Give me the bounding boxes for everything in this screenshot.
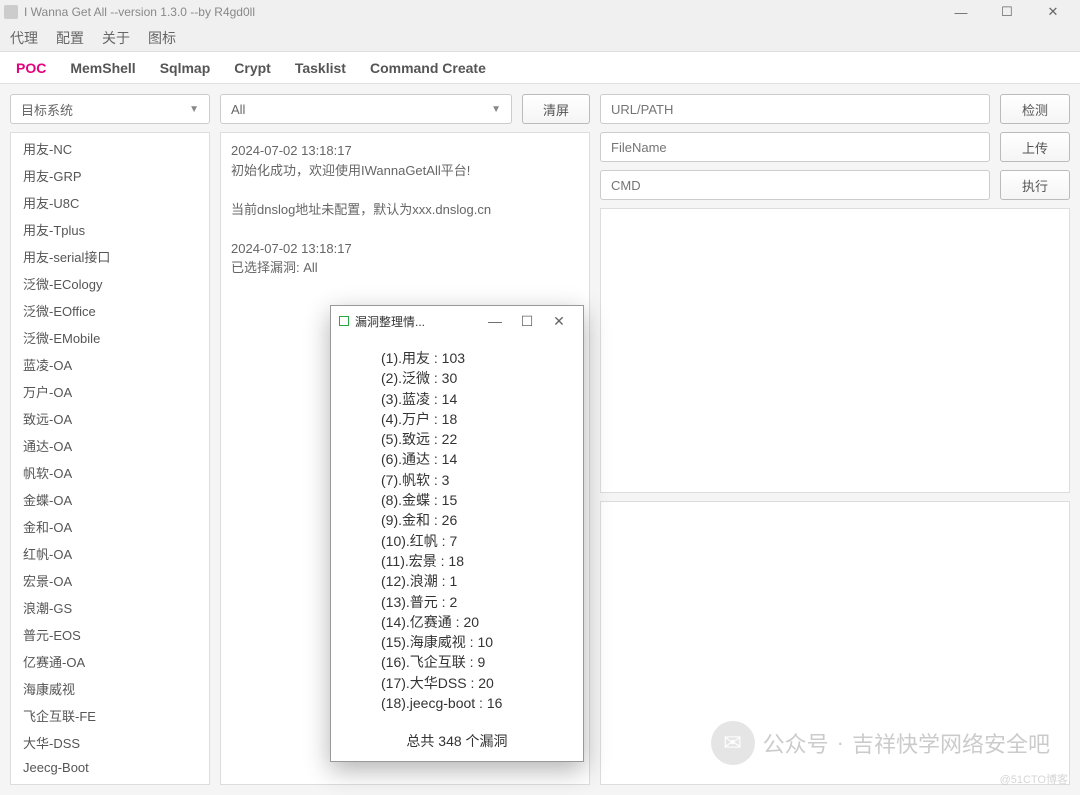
sidebar-item[interactable]: 用友-GRP — [11, 162, 209, 189]
tab-sqlmap[interactable]: Sqlmap — [158, 54, 213, 82]
dialog-row: (8).金蝶 : 15 — [381, 490, 555, 510]
minimize-button[interactable]: — — [938, 0, 984, 24]
vuln-dropdown[interactable]: All ▼ — [220, 94, 512, 124]
chevron-down-icon: ▼ — [189, 104, 199, 115]
upload-button[interactable]: 上传 — [1000, 132, 1070, 162]
dialog-row: (11).宏景 : 18 — [381, 551, 555, 571]
chevron-down-icon: ▼ — [491, 104, 501, 115]
dialog-total: 总共 348 个漏洞 — [331, 725, 583, 761]
exec-button[interactable]: 执行 — [1000, 170, 1070, 200]
dialog-row: (9).金和 : 26 — [381, 510, 555, 530]
sidebar-item[interactable]: 用友-U8C — [11, 189, 209, 216]
target-system-dropdown[interactable]: 目标系统 ▼ — [10, 94, 210, 124]
menu-icon[interactable]: 图标 — [148, 28, 176, 48]
detect-button[interactable]: 检测 — [1000, 94, 1070, 124]
sidebar-item[interactable]: 通达-OA — [11, 432, 209, 459]
dialog-row: (15).海康威视 : 10 — [381, 632, 555, 652]
titlebar-text: I Wanna Get All --version 1.3.0 --by R4g… — [24, 5, 938, 19]
dialog-row: (4).万户 : 18 — [381, 409, 555, 429]
sidebar-item[interactable]: 用友-Tplus — [11, 216, 209, 243]
dialog-icon — [339, 316, 349, 326]
clear-button[interactable]: 清屏 — [522, 94, 590, 124]
sidebar-item[interactable]: 蓝凌-OA — [11, 351, 209, 378]
cmd-input[interactable] — [600, 170, 990, 200]
url-input[interactable] — [600, 94, 990, 124]
dialog-row: (7).帆软 : 3 — [381, 470, 555, 490]
dialog-row: (1).用友 : 103 — [381, 348, 555, 368]
sidebar-item[interactable]: 泛微-ECology — [11, 270, 209, 297]
output-box-1 — [600, 208, 1070, 493]
sidebar-item[interactable]: 用友-serial接口 — [11, 243, 209, 270]
vuln-summary-dialog: 漏洞整理情... — ☐ ✕ (1).用友 : 103(2).泛微 : 30(3… — [330, 305, 584, 762]
dialog-row: (14).亿赛通 : 20 — [381, 612, 555, 632]
dialog-row: (5).致远 : 22 — [381, 429, 555, 449]
sidebar-item[interactable]: 飞企互联-FE — [11, 702, 209, 729]
sidebar-item[interactable]: Jeecg-Boot — [11, 756, 209, 779]
dialog-row: (13).普元 : 2 — [381, 592, 555, 612]
sidebar-item[interactable]: 大华-DSS — [11, 729, 209, 756]
dialog-row: (17).大华DSS : 20 — [381, 673, 555, 693]
sidebar-item[interactable]: 用友-NC — [11, 135, 209, 162]
corner-credit: @51CTO博客 — [1000, 771, 1068, 787]
dialog-body: (1).用友 : 103(2).泛微 : 30(3).蓝凌 : 14(4).万户… — [331, 336, 583, 725]
menu-about[interactable]: 关于 — [102, 28, 130, 48]
tab-tasklist[interactable]: Tasklist — [293, 54, 348, 82]
dialog-row: (12).浪潮 : 1 — [381, 571, 555, 591]
dialog-row: (16).飞企互联 : 9 — [381, 652, 555, 672]
sidebar-item[interactable]: 宏景-OA — [11, 567, 209, 594]
menu-proxy[interactable]: 代理 — [10, 28, 38, 48]
sidebar-item[interactable]: 泛微-EMobile — [11, 324, 209, 351]
dialog-minimize-button[interactable]: — — [479, 308, 511, 334]
tabbar: POC MemShell Sqlmap Crypt Tasklist Comma… — [0, 52, 1080, 84]
dropdown-label: All — [231, 102, 245, 117]
sidebar-item[interactable]: 帆软-OA — [11, 459, 209, 486]
dialog-row: (2).泛微 : 30 — [381, 368, 555, 388]
watermark-text: 吉祥快学网络安全吧 — [852, 727, 1050, 759]
sidebar-item[interactable]: 金蝶-OA — [11, 486, 209, 513]
dialog-row: (6).通达 : 14 — [381, 449, 555, 469]
watermark-label: 公众号 — [763, 727, 829, 759]
menu-config[interactable]: 配置 — [56, 28, 84, 48]
dialog-row: (18).jeecg-boot : 16 — [381, 693, 555, 713]
close-button[interactable]: ✕ — [1030, 0, 1076, 24]
dropdown-label: 目标系统 — [21, 100, 73, 119]
tab-poc[interactable]: POC — [14, 54, 48, 82]
app-icon — [4, 5, 18, 19]
titlebar: I Wanna Get All --version 1.3.0 --by R4g… — [0, 0, 1080, 24]
sidebar-item[interactable]: 红帆-OA — [11, 540, 209, 567]
tab-memshell[interactable]: MemShell — [68, 54, 137, 82]
menubar: 代理 配置 关于 图标 — [0, 24, 1080, 52]
dialog-row: (10).红帆 : 7 — [381, 531, 555, 551]
tab-command-create[interactable]: Command Create — [368, 54, 488, 82]
sidebar-item[interactable]: 亿赛通-OA — [11, 648, 209, 675]
sidebar-item[interactable]: 泛微-EOffice — [11, 297, 209, 324]
maximize-button[interactable]: ☐ — [984, 0, 1030, 24]
watermark: ✉ 公众号 · 吉祥快学网络安全吧 — [711, 721, 1050, 765]
sidebar-item[interactable]: 万户-OA — [11, 378, 209, 405]
dialog-row: (3).蓝凌 : 14 — [381, 389, 555, 409]
wechat-icon: ✉ — [711, 721, 755, 765]
dialog-maximize-button[interactable]: ☐ — [511, 308, 543, 334]
sidebar-item[interactable]: 致远-OA — [11, 405, 209, 432]
sidebar-item[interactable]: 海康威视 — [11, 675, 209, 702]
dialog-close-button[interactable]: ✕ — [543, 308, 575, 334]
dialog-title: 漏洞整理情... — [355, 313, 479, 330]
sidebar-item[interactable]: 金和-OA — [11, 513, 209, 540]
sidebar-item[interactable]: 普元-EOS — [11, 621, 209, 648]
tab-crypt[interactable]: Crypt — [232, 54, 273, 82]
filename-input[interactable] — [600, 132, 990, 162]
sidebar-item[interactable]: 浪潮-GS — [11, 594, 209, 621]
target-list[interactable]: 用友-NC用友-GRP用友-U8C用友-Tplus用友-serial接口泛微-E… — [10, 132, 210, 785]
